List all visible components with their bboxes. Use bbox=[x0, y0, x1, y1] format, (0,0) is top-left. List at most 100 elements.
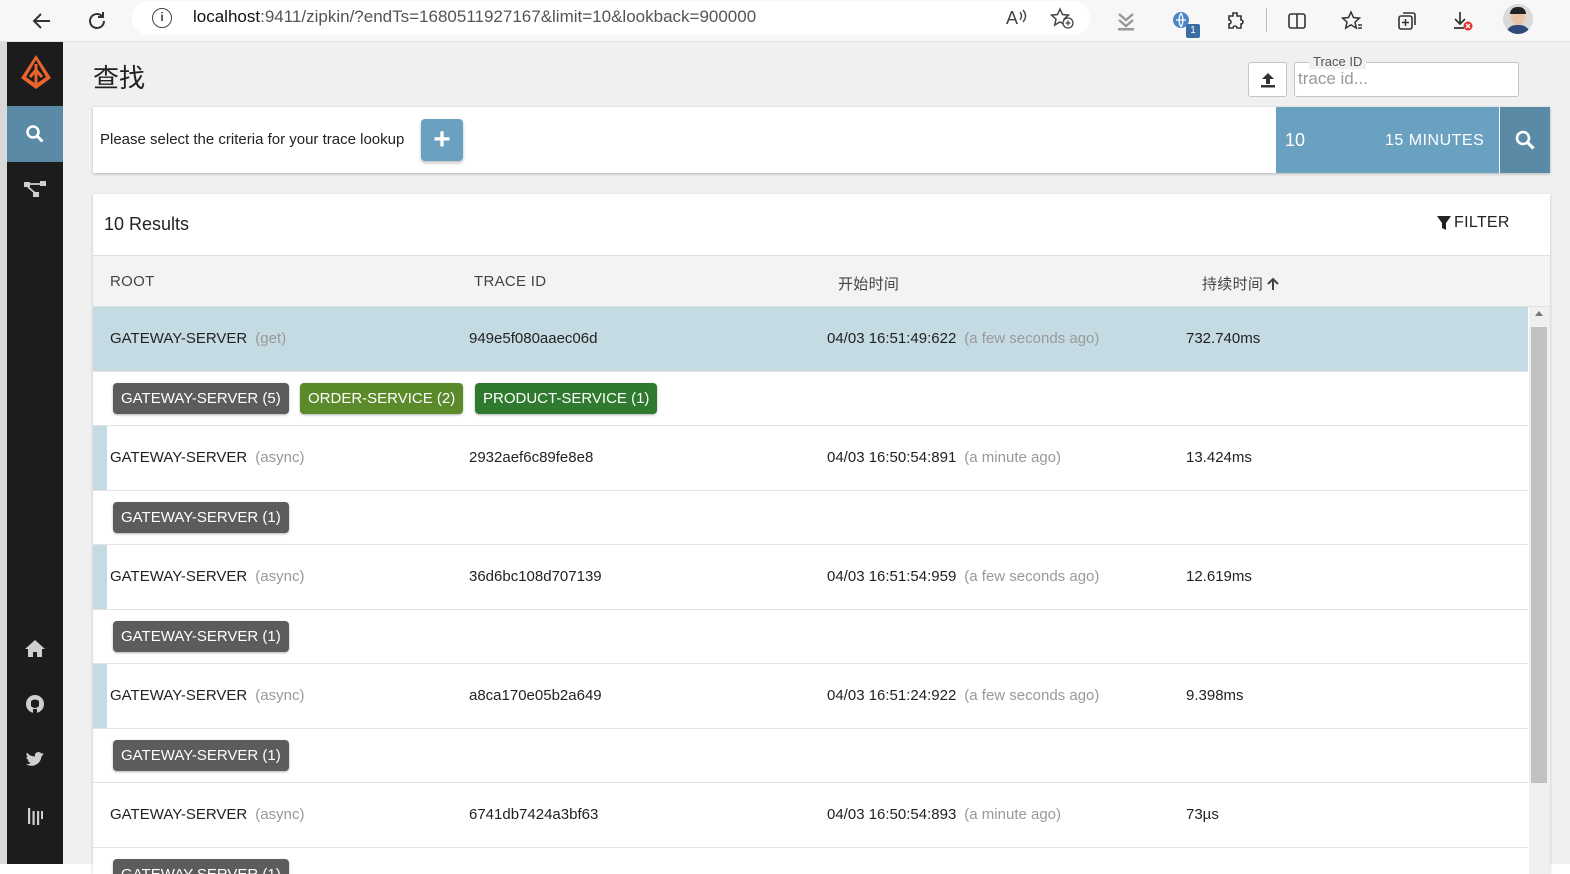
run-search-button[interactable] bbox=[1500, 107, 1550, 173]
url-path: :9411/zipkin/?endTs=1680511927167&limit=… bbox=[260, 7, 757, 26]
column-root[interactable]: ROOT bbox=[110, 273, 155, 290]
sidebar-item-twitter[interactable] bbox=[7, 732, 63, 788]
lookback-value[interactable]: 15 MINUTES bbox=[1385, 132, 1484, 150]
row-duration-bar bbox=[93, 426, 107, 490]
read-aloud-icon[interactable]: A bbox=[1005, 7, 1027, 33]
service-badges: GATEWAY-SERVER (1) bbox=[93, 848, 1528, 874]
root-method: (async) bbox=[255, 449, 305, 466]
upload-icon bbox=[1260, 72, 1275, 87]
root-service: GATEWAY-SERVER (get) bbox=[110, 330, 287, 347]
table-row[interactable]: GATEWAY-SERVER (async) 36d6bc108d707139 0… bbox=[93, 545, 1528, 610]
relative-time: (a minute ago) bbox=[964, 806, 1062, 823]
start-time: 04/03 16:51:24:922 (a few seconds ago) bbox=[827, 687, 1100, 704]
service-badges: GATEWAY-SERVER (5) ORDER-SERVICE (2) PRO… bbox=[93, 372, 1528, 426]
limit-lookback-selector[interactable]: 10 15 MINUTES bbox=[1276, 107, 1499, 173]
root-method: (async) bbox=[255, 687, 305, 704]
column-duration-label: 持续时间 bbox=[1202, 276, 1264, 293]
filter-button[interactable]: FILTER bbox=[1436, 214, 1510, 232]
main-content: 查找 Trace ID Please select the criteria f… bbox=[63, 42, 1570, 874]
gitter-icon bbox=[28, 808, 43, 825]
results-scrollbar[interactable] bbox=[1529, 307, 1550, 874]
twitter-icon bbox=[26, 752, 44, 766]
sort-ascending-icon bbox=[1267, 277, 1279, 290]
duration: 73µs bbox=[1186, 806, 1219, 823]
scroll-up-arrow-icon[interactable] bbox=[1535, 311, 1543, 316]
root-service: GATEWAY-SERVER (async) bbox=[110, 687, 305, 704]
duration: 12.619ms bbox=[1186, 568, 1252, 585]
service-badge[interactable]: GATEWAY-SERVER (5) bbox=[113, 383, 289, 414]
favorites-icon[interactable] bbox=[1337, 6, 1367, 36]
trace-id-input[interactable] bbox=[1298, 69, 1508, 89]
table-row[interactable]: GATEWAY-SERVER (async) a8ca170e05b2a649 0… bbox=[93, 664, 1528, 729]
table-row[interactable]: GATEWAY-SERVER (get) 949e5f080aaec06d 04/… bbox=[93, 307, 1528, 372]
results-table-header: ROOT TRACE ID 开始时间 持续时间 bbox=[93, 255, 1550, 307]
column-trace-id[interactable]: TRACE ID bbox=[474, 273, 546, 290]
sidebar bbox=[7, 42, 63, 864]
url-text[interactable]: localhost:9411/zipkin/?endTs=16805119271… bbox=[193, 7, 756, 27]
row-duration-bar bbox=[93, 664, 107, 728]
table-row[interactable]: GATEWAY-SERVER (async) 2932aef6c89fe8e8 0… bbox=[93, 426, 1528, 491]
page-title: 查找 bbox=[93, 63, 146, 93]
zipkin-logo[interactable] bbox=[20, 54, 52, 90]
duration: 9.398ms bbox=[1186, 687, 1244, 704]
service-badge[interactable]: GATEWAY-SERVER (1) bbox=[113, 740, 289, 771]
site-info-icon[interactable]: i bbox=[152, 8, 172, 28]
relative-time: (a few seconds ago) bbox=[964, 568, 1100, 585]
address-bar[interactable]: i localhost:9411/zipkin/?endTs=168051192… bbox=[132, 1, 1090, 35]
trace-id: 949e5f080aaec06d bbox=[469, 330, 598, 347]
trace-id-field[interactable]: Trace ID bbox=[1294, 54, 1519, 97]
filter-label: FILTER bbox=[1454, 214, 1510, 231]
profile-avatar[interactable] bbox=[1503, 4, 1533, 34]
svg-text:A: A bbox=[1006, 8, 1018, 27]
toolbar-divider bbox=[1266, 8, 1267, 32]
reload-icon[interactable] bbox=[81, 5, 113, 37]
url-host: localhost bbox=[193, 7, 261, 26]
search-icon bbox=[1515, 130, 1535, 150]
root-method: (get) bbox=[255, 330, 287, 347]
upload-json-button[interactable] bbox=[1248, 62, 1287, 97]
column-duration[interactable]: 持续时间 bbox=[1202, 273, 1280, 294]
dependency-graph-icon bbox=[24, 181, 46, 197]
sidebar-item-dependencies[interactable] bbox=[7, 161, 63, 217]
sidebar-item-gitter[interactable] bbox=[7, 788, 63, 844]
start-time: 04/03 16:50:54:891 (a minute ago) bbox=[827, 449, 1062, 466]
trace-id: 2932aef6c89fe8e8 bbox=[469, 449, 594, 466]
split-screen-icon[interactable] bbox=[1282, 6, 1312, 36]
trace-id-label: Trace ID bbox=[1309, 54, 1367, 69]
downloads-error-icon[interactable] bbox=[1447, 6, 1477, 36]
download-tray-icon[interactable] bbox=[1111, 6, 1141, 36]
scroll-thumb[interactable] bbox=[1531, 327, 1547, 783]
background-window-edge bbox=[0, 42, 7, 864]
sidebar-item-home[interactable] bbox=[7, 620, 63, 676]
start-time: 04/03 16:51:49:622 (a few seconds ago) bbox=[827, 330, 1100, 347]
search-icon bbox=[26, 125, 44, 143]
results-count: 10 Results bbox=[104, 214, 190, 234]
service-badge[interactable]: GATEWAY-SERVER (1) bbox=[113, 621, 289, 652]
results-panel: 10 Results FILTER ROOT TRACE ID 开始时间 持续时… bbox=[93, 194, 1550, 874]
sidebar-item-search[interactable] bbox=[7, 106, 63, 162]
relative-time: (a minute ago) bbox=[964, 449, 1062, 466]
collections-icon[interactable] bbox=[1392, 6, 1422, 36]
column-start-time[interactable]: 开始时间 bbox=[838, 273, 899, 294]
trace-id: 36d6bc108d707139 bbox=[469, 568, 602, 585]
service-badge[interactable]: GATEWAY-SERVER (1) bbox=[113, 502, 289, 533]
service-badge[interactable]: PRODUCT-SERVICE (1) bbox=[475, 383, 658, 414]
row-duration-bar bbox=[93, 545, 107, 609]
add-criteria-button[interactable]: + bbox=[421, 119, 463, 161]
back-arrow-icon[interactable] bbox=[26, 5, 58, 37]
criteria-prompt: Please select the criteria for your trac… bbox=[100, 131, 405, 148]
root-method: (async) bbox=[255, 806, 305, 823]
service-badge[interactable]: GATEWAY-SERVER (1) bbox=[113, 859, 289, 874]
extensions-puzzle-icon[interactable] bbox=[1221, 6, 1251, 36]
browser-toolbar: i localhost:9411/zipkin/?endTs=168051192… bbox=[0, 0, 1570, 42]
relative-time: (a few seconds ago) bbox=[964, 330, 1100, 347]
home-icon bbox=[25, 640, 45, 657]
add-favorite-icon[interactable] bbox=[1049, 7, 1074, 35]
limit-value[interactable]: 10 bbox=[1285, 130, 1305, 151]
translate-extension-icon[interactable]: 1 bbox=[1167, 6, 1200, 38]
table-row[interactable]: GATEWAY-SERVER (async) 6741db7424a3bf63 0… bbox=[93, 783, 1528, 848]
root-service: GATEWAY-SERVER (async) bbox=[110, 449, 305, 466]
trace-id: 6741db7424a3bf63 bbox=[469, 806, 599, 823]
sidebar-item-github[interactable] bbox=[7, 676, 63, 732]
service-badge[interactable]: ORDER-SERVICE (2) bbox=[300, 383, 464, 414]
